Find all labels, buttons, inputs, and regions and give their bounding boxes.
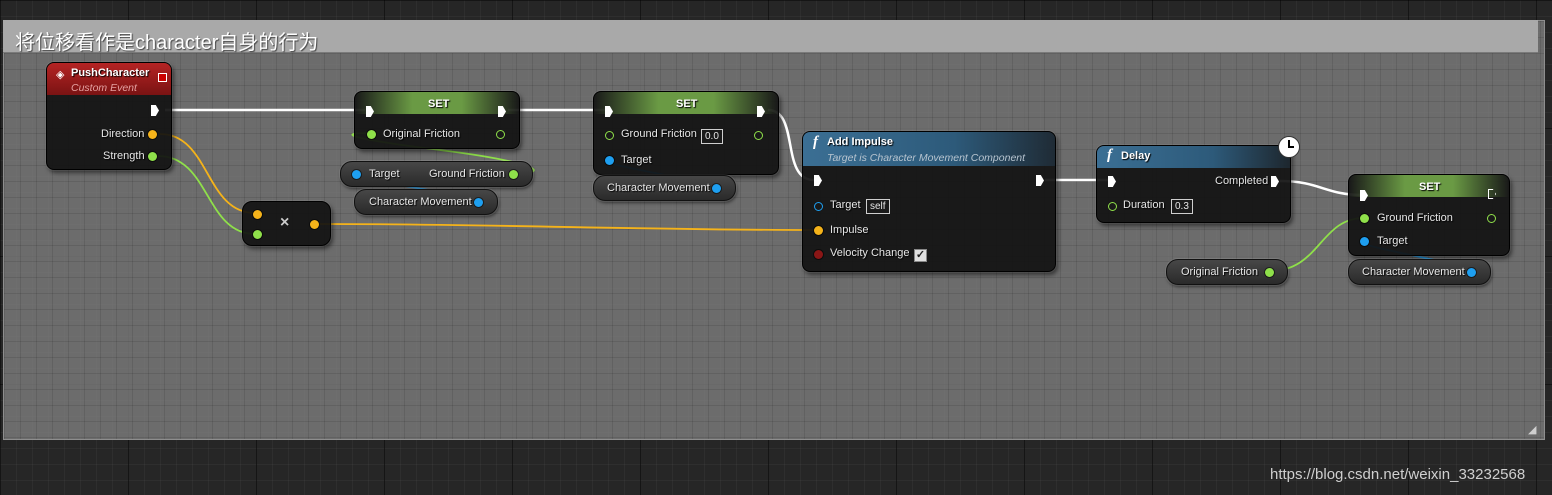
add-impulse-exec-in-pin[interactable] [814,175,822,186]
float-wire [157,155,256,235]
add-impulse-target-label: Target [830,199,861,211]
get-target-label: Target [369,168,400,180]
duration-in-pin[interactable] [1108,202,1117,211]
multiply-out-pin[interactable] [310,220,319,229]
function-f-icon: f [813,134,818,150]
set-target-label: Target [1377,235,1408,247]
set-title: SET [676,98,698,110]
set-original-friction-node[interactable]: SET Original Friction [354,91,520,149]
delay-title: Delay [1121,150,1151,162]
character-movement-out-pin-1[interactable] [474,198,483,207]
set-target-in-pin[interactable] [605,156,614,165]
velocity-change-in-pin[interactable] [814,250,823,259]
duration-label: Duration [1123,199,1165,211]
strength-out-pin[interactable] [148,152,157,161]
ground-friction-value-input[interactable]: 0.0 [701,129,723,144]
impulse-label: Impulse [830,224,869,236]
event-exec-out-pin[interactable] [151,105,159,116]
function-f-icon: f [1107,147,1112,163]
character-movement-getter-3[interactable]: Character Movement [1348,259,1491,285]
velocity-change-checkbox[interactable]: ✓ [914,249,927,262]
add-impulse-subtitle: Target is Character Movement Component [827,152,1026,164]
ground-friction-in-pin[interactable] [1360,214,1369,223]
character-movement-label-3: Character Movement [1362,266,1465,278]
delay-node[interactable]: f Delay Completed Duration 0.3 [1096,136,1300,223]
delay-completed-out-pin[interactable] [1271,176,1279,187]
ground-friction-label: Ground Friction [621,128,697,140]
impulse-in-pin[interactable] [814,226,823,235]
set-ground-friction-node-2[interactable]: SET Ground Friction Target [1348,174,1510,256]
character-movement-label-2: Character Movement [607,182,710,194]
delay-completed-label: Completed [1215,175,1269,187]
set-title: SET [1419,181,1441,193]
multiply-node[interactable]: × [242,201,331,246]
set-target-label: Target [621,154,652,166]
get-ground-friction-node[interactable]: Target Ground Friction [340,161,533,187]
add-impulse-node[interactable]: f Add Impulse Target is Character Moveme… [802,131,1056,272]
get-ground-friction-label: Ground Friction [429,168,505,180]
vector-wire [159,133,256,214]
multiply-symbol: × [280,214,290,231]
add-impulse-target-pin[interactable] [814,202,823,211]
duration-value-input[interactable]: 0.3 [1171,199,1193,214]
strength-label: Strength [103,150,145,162]
set-target-in-pin[interactable] [1360,237,1369,246]
original-friction-getter[interactable]: Original Friction [1166,259,1288,285]
ground-friction-out-pin[interactable] [754,131,763,140]
get-ground-friction-out-pin[interactable] [509,170,518,179]
add-impulse-title: Add Impulse [827,136,894,148]
character-movement-getter-1[interactable]: Character Movement [354,189,498,215]
multiply-float-in-pin[interactable] [253,230,262,239]
watermark: https://blog.csdn.net/weixin_33232568 [1270,466,1526,483]
get-target-in-pin[interactable] [352,170,361,179]
character-movement-label-1: Character Movement [369,196,472,208]
ground-friction-label: Ground Friction [1377,212,1453,224]
delegate-pin[interactable] [158,73,167,82]
add-impulse-target-value[interactable]: self [866,199,890,214]
original-friction-out-pin[interactable] [496,130,505,139]
ground-friction-in-pin[interactable] [605,131,614,140]
velocity-change-label: Velocity Change [830,247,910,259]
original-friction-label: Original Friction [383,128,461,140]
character-movement-out-pin-3[interactable] [1467,268,1476,277]
character-movement-getter-2[interactable]: Character Movement [593,175,736,201]
ground-friction-out-pin[interactable] [1487,214,1496,223]
direction-out-pin[interactable] [148,130,157,139]
vector-wire [319,223,815,231]
original-friction-in-pin[interactable] [367,130,376,139]
event-diamond-icon: ◈ [56,69,65,81]
delay-exec-in-pin[interactable] [1108,176,1116,187]
wire-layer [157,108,1479,273]
set-ground-friction-node-1[interactable]: SET Ground Friction 0.0 Target [593,91,779,175]
original-friction-getter-out-pin[interactable] [1265,268,1274,277]
push-character-event-node[interactable]: ◈ PushCharacter Custom Event Direction S… [46,62,172,170]
original-friction-getter-label: Original Friction [1181,266,1259,278]
clock-icon [1278,136,1300,158]
event-title: PushCharacter [71,67,150,79]
multiply-vector-in-pin[interactable] [253,210,262,219]
add-impulse-exec-out-pin[interactable] [1036,175,1044,186]
event-subtitle: Custom Event [71,82,137,94]
set-title: SET [428,98,450,110]
direction-label: Direction [101,128,145,140]
character-movement-out-pin-2[interactable] [712,184,721,193]
